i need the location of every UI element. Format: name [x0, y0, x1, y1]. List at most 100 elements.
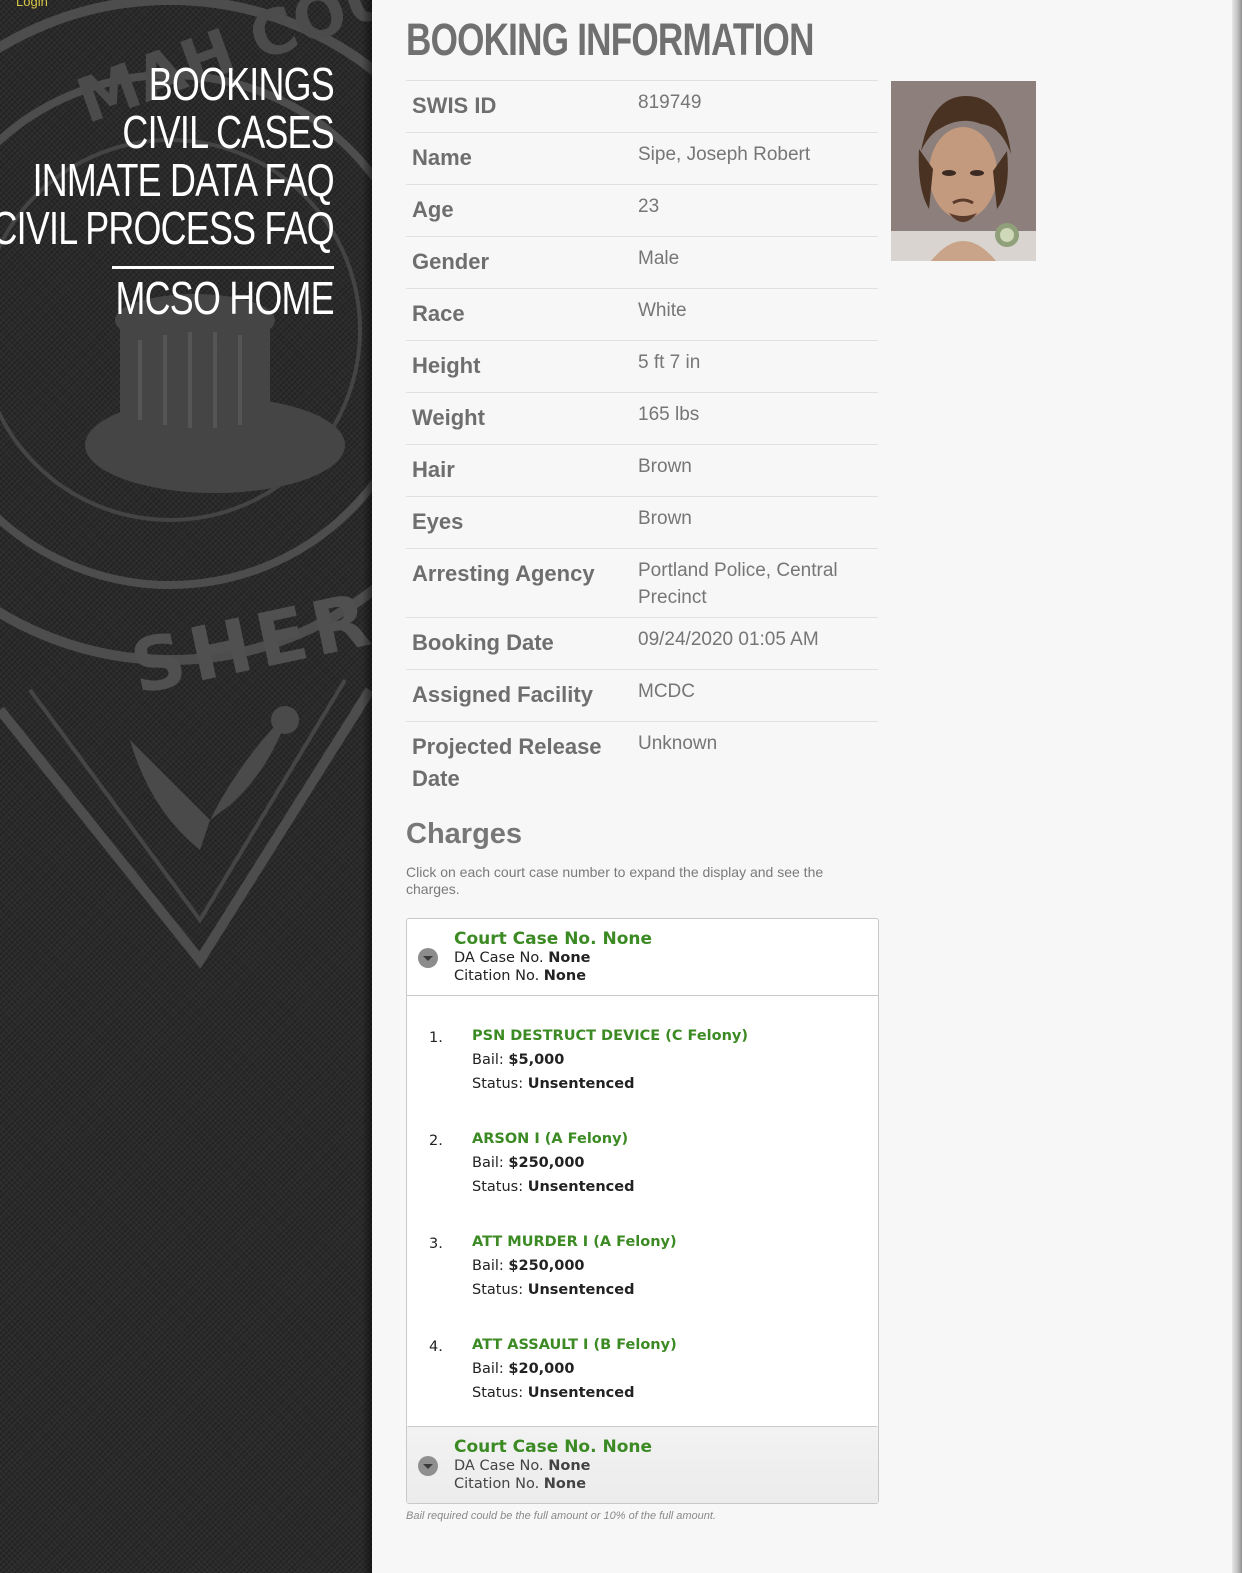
- field-label-arresting-agency: Arresting Agency: [412, 561, 595, 586]
- table-row: Weight 165 lbs: [406, 393, 878, 445]
- bail-value: $250,000: [508, 1155, 585, 1171]
- charge-name: ATT MURDER I (A Felony): [472, 1234, 677, 1250]
- field-label-age: Age: [412, 197, 454, 222]
- field-label-swis-id: SWIS ID: [412, 93, 497, 118]
- field-value-booking-date: 09/24/2020 01:05 AM: [638, 629, 819, 650]
- court-case-panel: Court Case No. None DA Case No. None Cit…: [406, 1426, 879, 1504]
- list-item: 3. ATT MURDER I (A Felony) Bail: $250,00…: [407, 1224, 878, 1302]
- charge-status: Status: Unsentenced: [472, 1175, 878, 1199]
- field-label-eyes: Eyes: [412, 509, 464, 534]
- bail-value: $5,000: [508, 1052, 565, 1068]
- table-row: Assigned Facility MCDC: [406, 670, 878, 722]
- court-case-panel: Court Case No. None DA Case No. None Cit…: [406, 918, 879, 1432]
- table-row: Eyes Brown: [406, 497, 878, 549]
- nav-bookings[interactable]: BOOKINGS: [0, 60, 335, 108]
- charge-number: 1.: [429, 1030, 443, 1046]
- da-case-value: None: [548, 1458, 591, 1474]
- nav-civil-cases[interactable]: CIVIL CASES: [0, 108, 335, 156]
- table-row: Booking Date 09/24/2020 01:05 AM: [406, 618, 878, 670]
- status-label: Status:: [472, 1282, 524, 1298]
- citation-value: None: [543, 1476, 587, 1492]
- charge-bail: Bail: $5,000: [472, 1048, 878, 1072]
- nav-mcso-home[interactable]: MCSO HOME: [116, 274, 335, 322]
- field-value-name: Sipe, Joseph Robert: [638, 144, 811, 165]
- table-row: Race White: [406, 289, 878, 341]
- collapse-toggle-icon[interactable]: [418, 948, 438, 968]
- field-label-gender: Gender: [412, 249, 490, 274]
- list-item: 4. ATT ASSAULT I (B Felony) Bail: $20,00…: [407, 1327, 878, 1405]
- field-label-assigned-facility: Assigned Facility: [412, 682, 593, 707]
- field-label-name: Name: [412, 145, 472, 170]
- charge-name: PSN DESTRUCT DEVICE (C Felony): [472, 1028, 749, 1044]
- list-item: 1. PSN DESTRUCT DEVICE (C Felony) Bail: …: [407, 1018, 878, 1096]
- login-link[interactable]: Login: [16, 0, 48, 9]
- bail-footnote: Bail required could be the full amount o…: [406, 1510, 717, 1522]
- bail-label: Bail:: [472, 1361, 504, 1377]
- status-label: Status:: [472, 1179, 524, 1195]
- page-edge-shadow: [1232, 0, 1242, 1573]
- citation-label: Citation No.: [454, 968, 540, 984]
- charge-bail: Bail: $250,000: [472, 1151, 878, 1175]
- field-value-race: White: [638, 300, 687, 321]
- charge-status: Status: Unsentenced: [472, 1278, 878, 1302]
- table-row: Age 23: [406, 185, 878, 237]
- bail-value: $20,000: [508, 1361, 575, 1377]
- table-row: Name Sipe, Joseph Robert: [406, 133, 878, 185]
- status-label: Status:: [472, 1385, 524, 1401]
- field-value-arresting-agency: Portland Police, Central Precinct: [638, 560, 838, 608]
- court-case-header[interactable]: Court Case No. None DA Case No. None Cit…: [407, 919, 878, 995]
- field-value-assigned-facility: MCDC: [638, 681, 695, 702]
- field-value-height: 5 ft 7 in: [638, 352, 701, 373]
- charges-help-text: Click on each court case number to expan…: [406, 864, 824, 897]
- field-value-projected-release-date: Unknown: [638, 733, 718, 754]
- sidebar: MAH COU SHER Login BOOKINGS CIVIL CASES …: [0, 0, 372, 1573]
- status-label: Status:: [472, 1076, 524, 1092]
- field-label-race: Race: [412, 301, 465, 326]
- field-label-booking-date: Booking Date: [412, 630, 554, 655]
- court-case-number: Court Case No. None: [454, 929, 653, 949]
- court-case-header[interactable]: Court Case No. None DA Case No. None Cit…: [407, 1427, 878, 1503]
- charge-bail: Bail: $250,000: [472, 1254, 878, 1278]
- field-value-swis-id: 819749: [638, 92, 702, 113]
- charge-name: ARSON I (A Felony): [472, 1131, 629, 1147]
- field-label-weight: Weight: [412, 405, 485, 430]
- charge-bail: Bail: $20,000: [472, 1357, 878, 1381]
- expand-toggle-icon[interactable]: [418, 1456, 438, 1476]
- da-case-label: DA Case No.: [454, 950, 544, 966]
- nav-divider: [112, 266, 334, 269]
- table-row: SWIS ID 819749: [406, 81, 878, 133]
- table-row: Hair Brown: [406, 445, 878, 497]
- field-value-hair: Brown: [638, 456, 692, 477]
- field-label-hair: Hair: [412, 457, 455, 482]
- citation-label: Citation No.: [454, 1476, 540, 1492]
- charge-number: 2.: [429, 1133, 443, 1149]
- table-row: Height 5 ft 7 in: [406, 341, 878, 393]
- da-case-value: None: [548, 950, 591, 966]
- nav-civil-process-faq[interactable]: CIVIL PROCESS FAQ: [0, 204, 335, 252]
- table-row: Arresting Agency Portland Police, Centra…: [406, 549, 878, 618]
- bail-label: Bail:: [472, 1155, 504, 1171]
- charges-heading: Charges: [406, 818, 523, 850]
- bail-label: Bail:: [472, 1258, 504, 1274]
- charge-number: 3.: [429, 1236, 443, 1252]
- charge-number: 4.: [429, 1339, 443, 1355]
- table-row: Projected Release Date Unknown: [406, 722, 878, 805]
- mugshot-photo: [891, 81, 1036, 261]
- status-value: Unsentenced: [527, 1385, 635, 1401]
- nav-inmate-data-faq[interactable]: INMATE DATA FAQ: [0, 156, 335, 204]
- field-label-projected-release-date: Projected Release Date: [412, 734, 602, 791]
- status-value: Unsentenced: [527, 1282, 635, 1298]
- citation-line: Citation No. None: [454, 967, 878, 985]
- field-value-weight: 165 lbs: [638, 404, 700, 425]
- booking-info-table: SWIS ID 819749 Name Sipe, Joseph Robert …: [406, 80, 878, 805]
- court-case-number: Court Case No. None: [454, 1437, 653, 1457]
- page-title: BOOKING INFORMATION: [406, 14, 814, 65]
- charge-name: ATT ASSAULT I (B Felony): [472, 1337, 677, 1353]
- bail-label: Bail:: [472, 1052, 504, 1068]
- field-value-eyes: Brown: [638, 508, 692, 529]
- list-item: 2. ARSON I (A Felony) Bail: $250,000 Sta…: [407, 1121, 878, 1199]
- main-nav: BOOKINGS CIVIL CASES INMATE DATA FAQ CIV…: [0, 60, 335, 252]
- citation-value: None: [543, 968, 587, 984]
- da-case-line: DA Case No. None: [454, 949, 878, 967]
- bail-value: $250,000: [508, 1258, 585, 1274]
